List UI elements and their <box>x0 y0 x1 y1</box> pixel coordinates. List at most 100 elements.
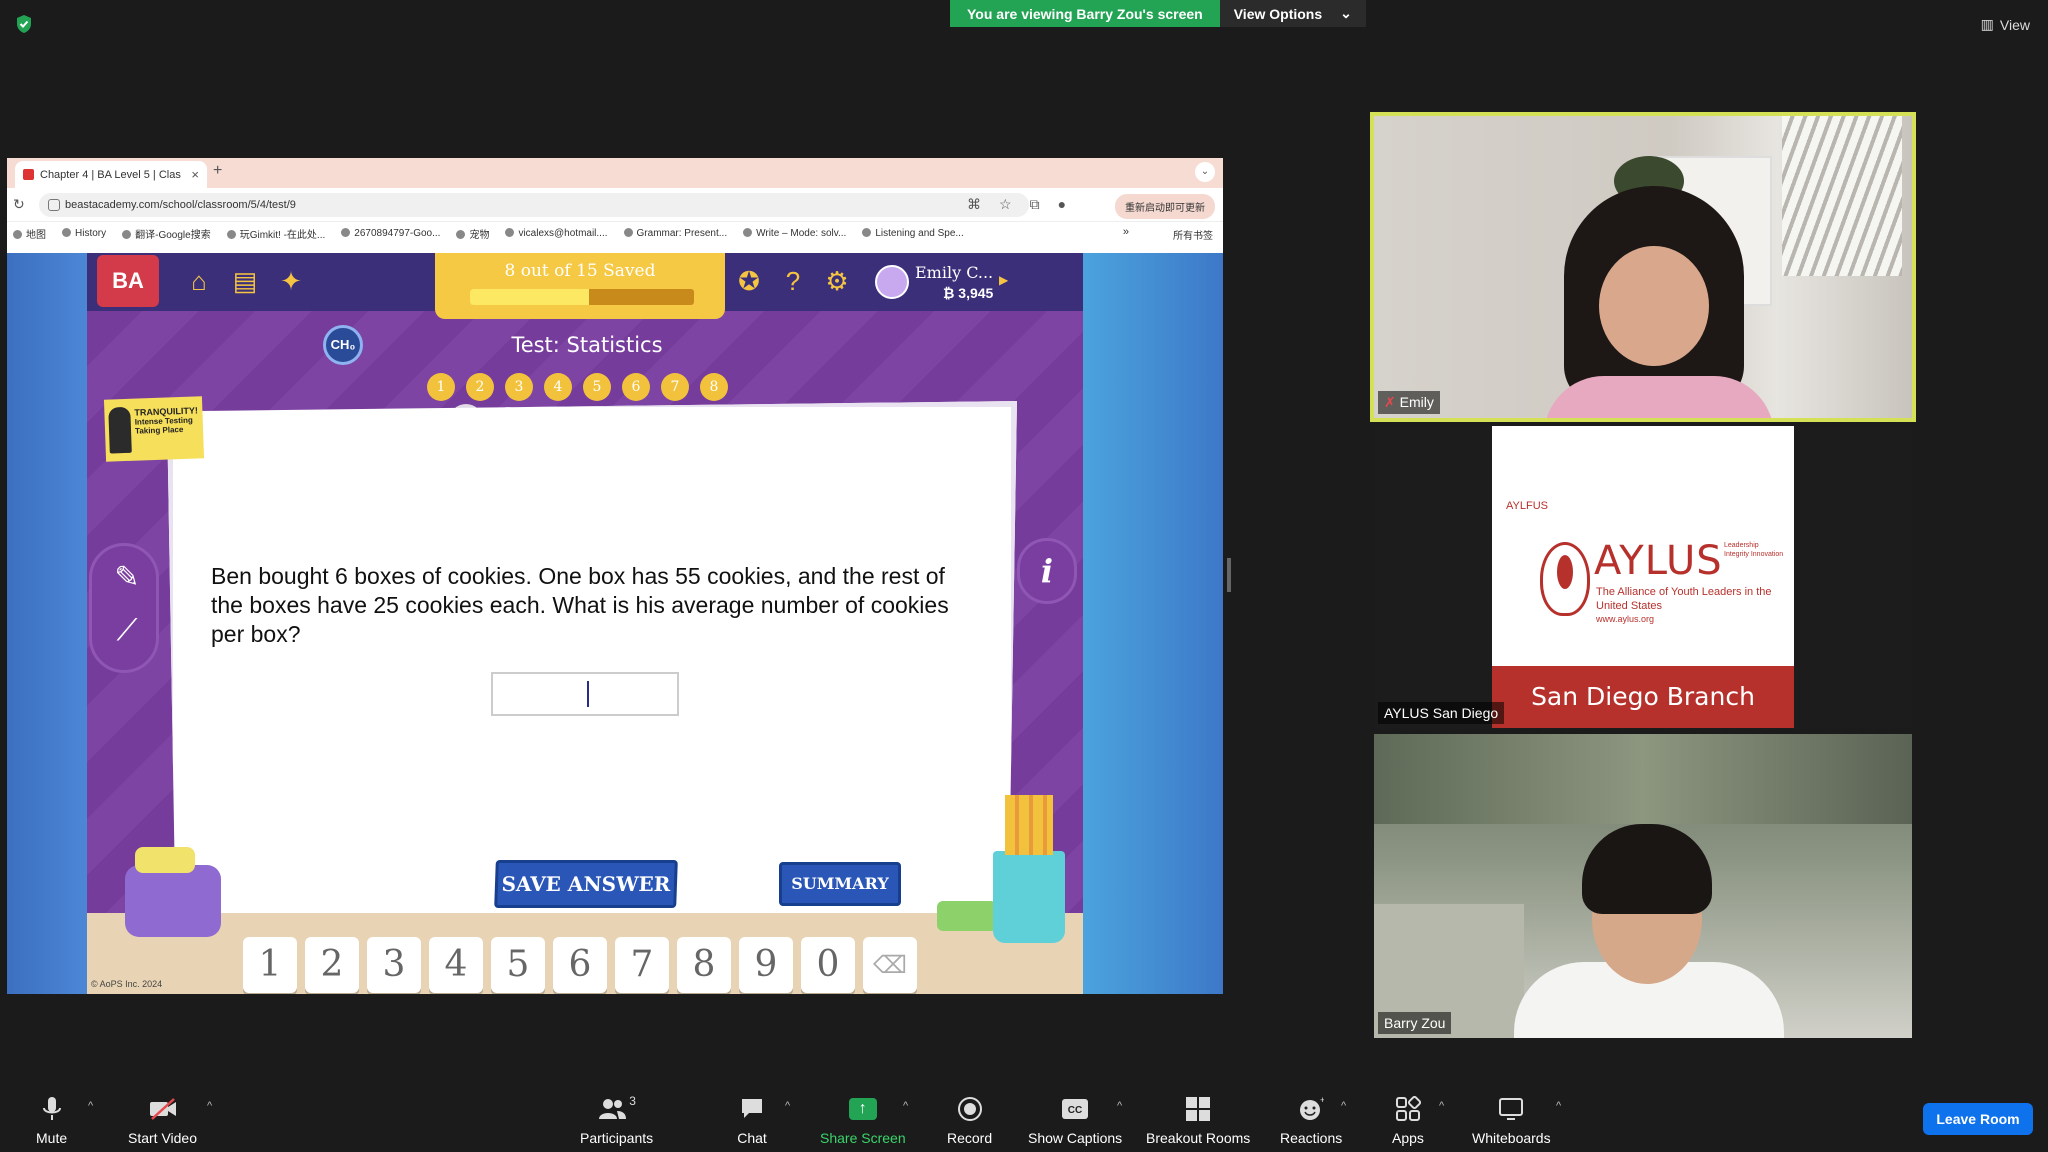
participants-button[interactable]: 3 Participants <box>580 1094 653 1146</box>
captions-icon: CC <box>1060 1094 1090 1124</box>
user-menu-arrow-icon[interactable]: ▶ <box>999 273 1008 287</box>
backspace-key[interactable]: ⌫ <box>863 937 917 993</box>
video-icon[interactable]: ✦ <box>275 265 307 297</box>
chat-button[interactable]: Chat <box>737 1094 767 1146</box>
start-video-label: Start Video <box>128 1130 198 1146</box>
share-options-chevron-icon[interactable]: ^ <box>903 1100 908 1112</box>
captions-options-chevron-icon[interactable]: ^ <box>1117 1100 1122 1112</box>
reactions-options-chevron-icon[interactable]: ^ <box>1341 1100 1346 1112</box>
new-tab-icon[interactable]: + <box>213 162 222 180</box>
question-nav-item[interactable]: 5 <box>583 373 611 401</box>
site-info-icon[interactable] <box>48 199 60 211</box>
bookmark-star-icon[interactable]: ☆ <box>999 196 1012 213</box>
bookmark-item[interactable]: 地图 <box>13 226 46 241</box>
keypad-key[interactable]: 5 <box>491 937 545 993</box>
bookmark-item[interactable]: 玩Gimkit! -在此处... <box>227 226 326 241</box>
bookmark-item[interactable]: Grammar: Present... <box>624 228 728 239</box>
close-tab-icon[interactable]: × <box>191 167 199 182</box>
screen-share-banner: You are viewing Barry Zou's screen View … <box>950 0 1366 27</box>
all-bookmarks-folder[interactable]: 所有书签 <box>1173 227 1213 242</box>
profile-icon[interactable]: ● <box>1058 196 1066 213</box>
resize-handle[interactable] <box>1227 558 1231 592</box>
audio-options-chevron-icon[interactable]: ^ <box>88 1100 93 1112</box>
bookmark-item[interactable]: 宠物 <box>456 226 489 241</box>
bookmark-item[interactable]: 2670894797-Goo... <box>341 228 440 239</box>
apps-options-chevron-icon[interactable]: ^ <box>1439 1100 1444 1112</box>
reactions-button[interactable]: + Reactions <box>1280 1094 1342 1146</box>
question-nav-item[interactable]: 7 <box>661 373 689 401</box>
question-nav-item[interactable]: 2 <box>466 373 494 401</box>
question-nav-item[interactable]: 8 <box>700 373 728 401</box>
whiteboards-options-chevron-icon[interactable]: ^ <box>1556 1100 1561 1112</box>
chapter-badge[interactable]: CH₀ <box>323 325 363 365</box>
browser-tab[interactable]: Chapter 4 | BA Level 5 | Clas × <box>15 161 207 188</box>
tab-search-icon[interactable]: ⌄ <box>1195 162 1215 182</box>
svg-text:CC: CC <box>1068 1105 1082 1116</box>
answer-input[interactable] <box>491 672 679 716</box>
update-button[interactable]: 重新启动即可更新 <box>1115 194 1215 219</box>
keypad-key[interactable]: 1 <box>243 937 297 993</box>
address-bar-icons: ⌘ ☆ ⧉ ● <box>967 196 1066 213</box>
apps-button[interactable]: Apps <box>1392 1094 1424 1146</box>
security-shield-icon[interactable] <box>14 14 34 34</box>
share-screen-button[interactable]: ↑ Share Screen <box>820 1094 906 1146</box>
award-icon[interactable]: ✪ <box>733 265 765 297</box>
question-nav-item[interactable]: 6 <box>622 373 650 401</box>
leave-room-button[interactable]: Leave Room <box>1923 1103 2033 1135</box>
video-options-chevron-icon[interactable]: ^ <box>207 1100 212 1112</box>
bookmark-item[interactable]: History <box>62 228 106 239</box>
keypad-key[interactable]: 7 <box>615 937 669 993</box>
pencil-icon[interactable]: ✎ <box>110 560 144 594</box>
keypad-key[interactable]: 0 <box>801 937 855 993</box>
video-tile-aylus[interactable]: AYLFUS AYLUS Leadership Integrity Innova… <box>1374 426 1912 728</box>
keypad-key[interactable]: 4 <box>429 937 483 993</box>
view-options-button[interactable]: View Options ⌄ <box>1219 0 1366 27</box>
video-tile-barry[interactable]: Barry Zou <box>1374 734 1912 1038</box>
reload-icon[interactable]: ↻ <box>13 196 25 213</box>
more-bookmarks-icon[interactable]: » <box>1123 226 1129 238</box>
bookmark-item[interactable]: 翻译-Google搜索 <box>122 226 211 241</box>
start-video-button[interactable]: Start Video <box>128 1094 197 1146</box>
left-background <box>7 253 87 994</box>
view-button[interactable]: ▥ View <box>1981 16 2030 33</box>
question-nav-item[interactable]: 1 <box>427 373 455 401</box>
bookmark-item[interactable]: Listening and Spe... <box>862 228 963 239</box>
extensions-icon[interactable]: ⧉ <box>1030 196 1040 213</box>
translate-icon[interactable]: ⌘ <box>967 196 981 213</box>
bookmark-item[interactable]: vicalexs@hotmail.... <box>505 228 607 239</box>
whiteboards-button[interactable]: Whiteboards <box>1472 1094 1551 1146</box>
ba-logo[interactable]: BA <box>97 255 159 307</box>
apps-icon <box>1393 1094 1423 1124</box>
video-tile-emily[interactable]: ✗ Emily <box>1370 112 1916 422</box>
question-nav-item[interactable]: 3 <box>505 373 533 401</box>
keypad-key[interactable]: 9 <box>739 937 793 993</box>
chat-options-chevron-icon[interactable]: ^ <box>785 1100 790 1112</box>
summary-button[interactable]: SUMMARY <box>779 862 901 906</box>
keypad-key[interactable]: 2 <box>305 937 359 993</box>
record-icon <box>955 1094 985 1124</box>
home-icon[interactable]: ⌂ <box>183 265 215 297</box>
save-answer-button[interactable]: SAVE ANSWER <box>494 860 678 908</box>
eraser-icon[interactable]: ⟋ <box>110 614 144 648</box>
show-captions-button[interactable]: CC Show Captions <box>1028 1094 1122 1146</box>
reactions-smiley-icon: + <box>1296 1094 1326 1124</box>
url-input[interactable]: beastacademy.com/school/classroom/5/4/te… <box>39 193 1029 217</box>
mute-button[interactable]: Mute <box>36 1094 67 1146</box>
book-icon[interactable]: ▤ <box>229 265 261 297</box>
viewing-screen-label: You are viewing Barry Zou's screen <box>950 0 1220 27</box>
help-icon[interactable]: ? <box>777 265 809 297</box>
settings-gear-icon[interactable]: ⚙ <box>821 265 853 297</box>
question-nav-item[interactable]: 4 <box>544 373 572 401</box>
whiteboard-icon <box>1496 1094 1526 1124</box>
record-button[interactable]: Record <box>947 1094 992 1146</box>
keypad-key[interactable]: 8 <box>677 937 731 993</box>
user-name[interactable]: Emily C... <box>915 263 993 282</box>
bookmark-item[interactable]: Write – Mode: solv... <box>743 228 846 239</box>
keypad-key[interactable]: 6 <box>553 937 607 993</box>
avatar[interactable] <box>875 265 909 299</box>
info-button[interactable]: i <box>1017 538 1077 604</box>
breakout-rooms-icon <box>1183 1094 1213 1124</box>
breakout-rooms-button[interactable]: Breakout Rooms <box>1146 1094 1250 1146</box>
keypad-key[interactable]: 3 <box>367 937 421 993</box>
aylus-motto: Leadership Integrity Innovation <box>1724 542 1784 558</box>
